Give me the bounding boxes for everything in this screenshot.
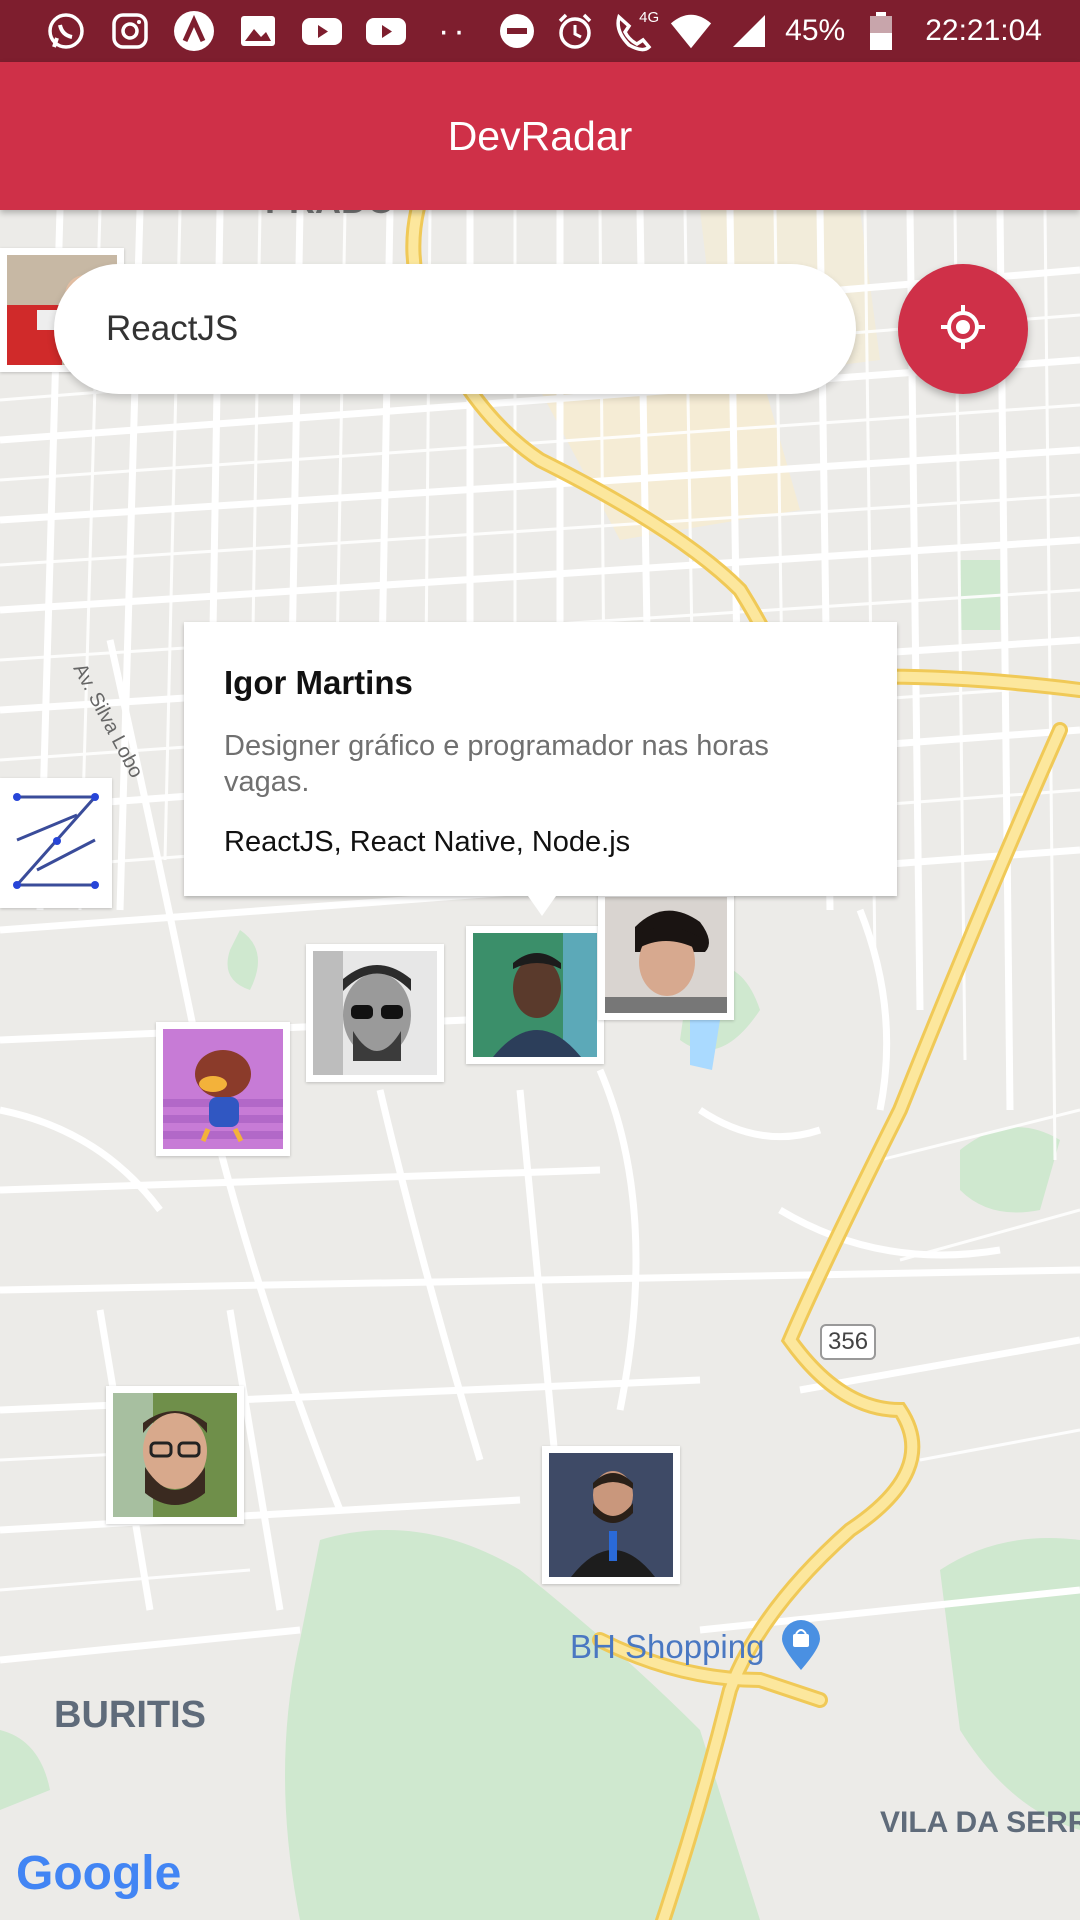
notification-icons: ··: [44, 9, 469, 53]
app-title: DevRadar: [447, 112, 633, 159]
dev-marker[interactable]: [0, 778, 112, 908]
callout-pointer: [528, 896, 556, 916]
dev-techs: ReactJS, React Native, Node.js: [224, 826, 631, 858]
whatsapp-icon: [44, 9, 88, 53]
network-type: 4G: [639, 9, 660, 26]
system-status: 4G 45% 22:21:04: [495, 0, 1042, 62]
my-location-icon: [939, 303, 987, 356]
app-bar: DevRadar: [0, 62, 1080, 210]
search-input-value: ReactJS: [106, 309, 239, 348]
dev-marker[interactable]: [598, 890, 734, 1020]
more-icon: ··: [438, 11, 469, 50]
gallery-icon: [236, 9, 280, 53]
dev-marker[interactable]: [542, 1446, 680, 1584]
dev-name: Igor Martins: [224, 664, 413, 701]
dev-marker[interactable]: [306, 944, 444, 1082]
alarm-icon: [553, 9, 597, 53]
battery-icon: [859, 9, 903, 53]
signal-icon: [727, 9, 771, 53]
map-label-buritis: BURITIS: [54, 1694, 206, 1736]
youtube-icon: [300, 9, 344, 53]
google-logo: Google: [16, 1847, 182, 1900]
route-shield: 356: [820, 1324, 877, 1360]
status-bar: ·· 4G 45% 22:21:04: [0, 0, 1080, 62]
map-label-prado: PRADO: [265, 210, 395, 222]
instagram-icon: [108, 9, 152, 53]
dev-callout[interactable]: Igor Martins Designer gráfico e programa…: [184, 622, 897, 896]
map-label-vila-da-serra: VILA DA SERRA: [880, 1806, 1080, 1839]
dnd-icon: [495, 9, 539, 53]
wifi-icon: [669, 9, 713, 53]
dev-marker[interactable]: [466, 926, 604, 1064]
dev-marker[interactable]: [106, 1386, 244, 1524]
youtube-icon: [364, 9, 408, 53]
route-number: 356: [828, 1328, 869, 1355]
clock: 22:21:04: [925, 14, 1042, 47]
arch-icon: [172, 9, 216, 53]
wifi-call-icon: 4G: [611, 9, 659, 53]
battery-percent: 45%: [785, 14, 846, 47]
shopping-pin-icon[interactable]: [780, 1620, 822, 1677]
locate-button[interactable]: [898, 264, 1028, 394]
dev-bio: Designer gráfico e programador nas horas…: [224, 730, 769, 798]
search-input[interactable]: ReactJS: [54, 264, 856, 394]
map-label-bh-shopping[interactable]: BH Shopping: [570, 1628, 764, 1666]
dev-marker[interactable]: [156, 1022, 290, 1156]
